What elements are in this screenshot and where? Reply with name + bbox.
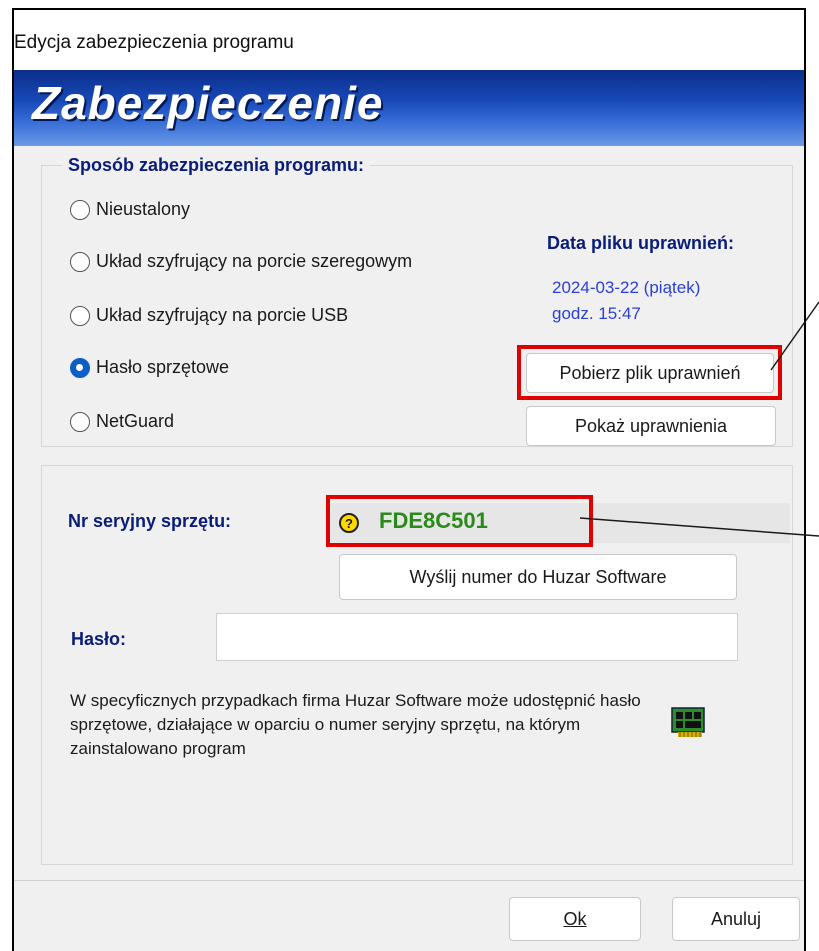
callout-line-serial <box>579 517 819 537</box>
callout-lines <box>579 301 819 537</box>
callout-line-download <box>770 301 819 371</box>
